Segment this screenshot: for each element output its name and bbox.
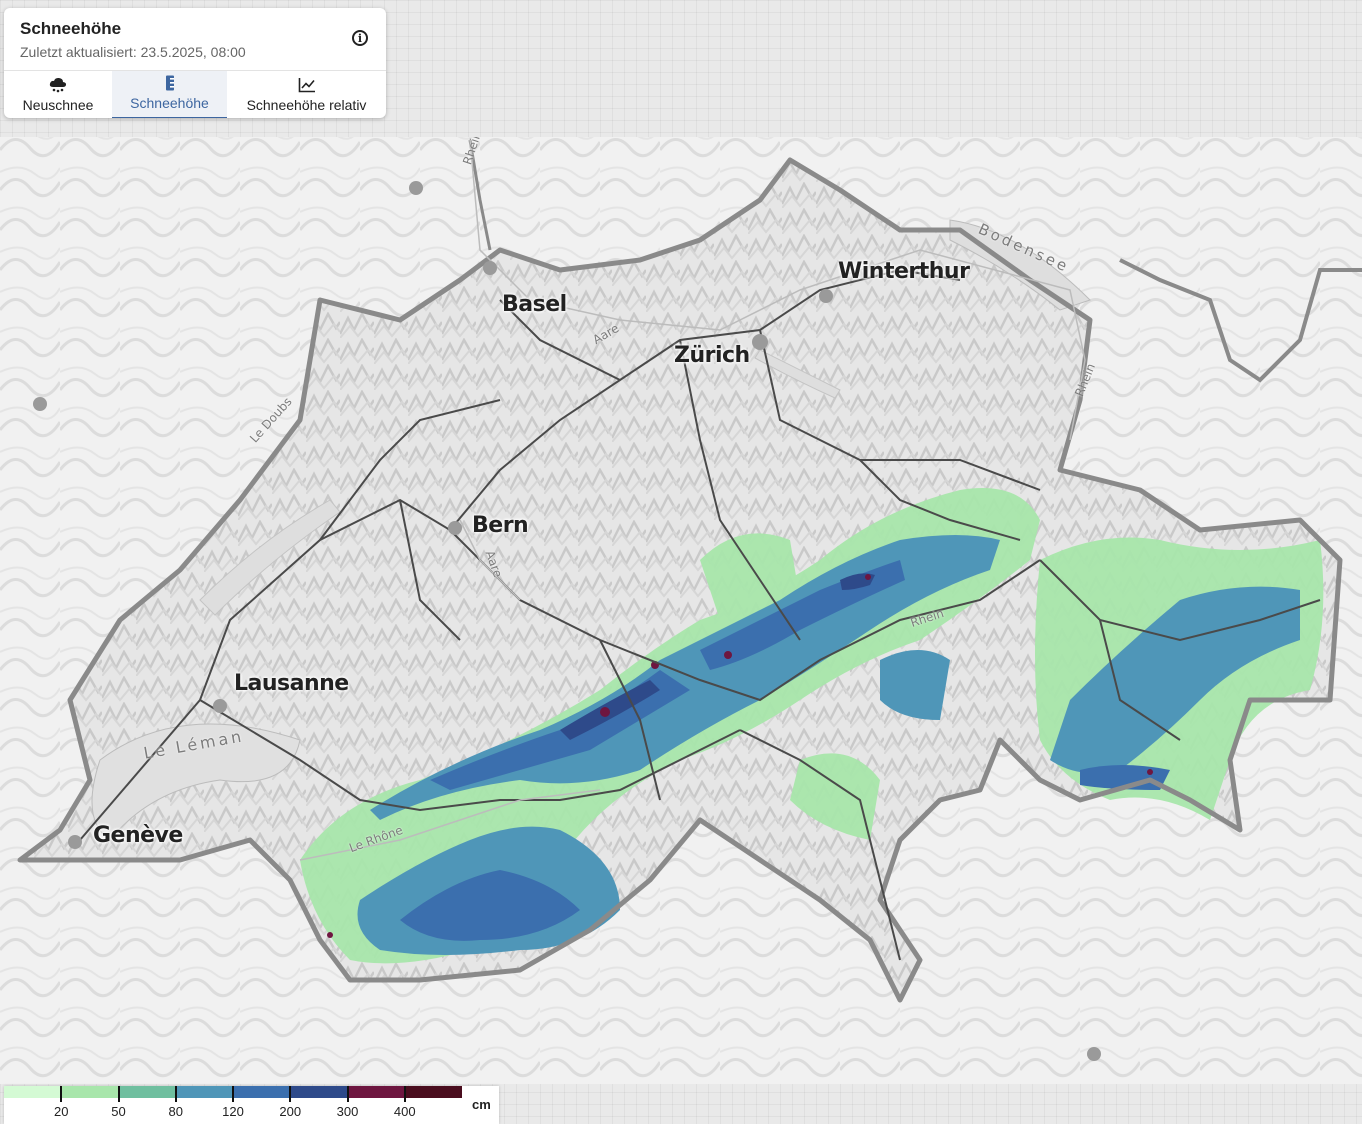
snow-depth-map[interactable]: Basel Winterthur Zürich Bern Lausanne Ge… (0, 137, 1362, 1084)
line-chart-icon (298, 75, 316, 95)
legend-tick-label: 200 (279, 1104, 302, 1119)
city-label-bern[interactable]: Bern (472, 513, 529, 538)
tab-schneehoehe-relativ[interactable]: Schneehöhe relativ (227, 71, 386, 118)
legend-tick-label: 80 (168, 1104, 183, 1119)
legend-swatch (347, 1086, 405, 1098)
color-legend: 20 50 80 120 200 300 400 cm (4, 1086, 499, 1124)
legend-tick (232, 1086, 234, 1102)
legend-unit: cm (472, 1097, 491, 1112)
legend-swatch (4, 1086, 62, 1098)
legend-tick-label: 120 (222, 1104, 244, 1119)
city-label-zurich[interactable]: Zürich (674, 343, 750, 368)
layer-panel: Schneehöhe Zuletzt aktualisiert: 23.5.20… (4, 8, 386, 118)
info-icon[interactable]: i (352, 30, 368, 46)
legend-swatch (290, 1086, 348, 1098)
legend-swatch (233, 1086, 291, 1098)
layer-tabs: Neuschnee Schneehöhe Schneehöhe relativ (4, 70, 386, 118)
legend-swatch (61, 1086, 119, 1098)
legend-tick (60, 1086, 63, 1102)
city-label-basel[interactable]: Basel (502, 292, 567, 317)
legend-tick (346, 1086, 349, 1102)
snow-cloud-icon (49, 75, 67, 95)
legend-tick-label: 20 (54, 1104, 69, 1119)
city-label-winterthur[interactable]: Winterthur (838, 259, 970, 284)
tab-schneehoehe-label: Schneehöhe (130, 95, 209, 111)
panel-title: Schneehöhe (20, 19, 122, 38)
last-updated: Zuletzt aktualisiert: 23.5.2025, 08:00 (20, 44, 246, 60)
legend-tick-label: 300 (336, 1104, 359, 1119)
tab-neuschnee-label: Neuschnee (22, 97, 94, 113)
legend-tick-label: 400 (393, 1104, 416, 1119)
city-label-lausanne[interactable]: Lausanne (234, 671, 349, 696)
legend-tick (289, 1086, 292, 1102)
tab-neuschnee[interactable]: Neuschnee (4, 71, 112, 118)
map-canvas (0, 137, 1362, 1084)
tab-schneehoehe[interactable]: Schneehöhe (112, 71, 227, 118)
snow-depth-ruler-icon (165, 73, 175, 93)
legend-swatch (404, 1086, 462, 1098)
legend-swatch (175, 1086, 233, 1098)
legend-tick (174, 1086, 177, 1102)
city-label-geneve[interactable]: Genève (93, 823, 183, 848)
legend-swatch (118, 1086, 176, 1098)
tab-schneehoehe-relativ-label: Schneehöhe relativ (246, 97, 367, 113)
legend-tick (117, 1086, 120, 1102)
legend-tick (403, 1086, 406, 1102)
legend-tick-label: 50 (111, 1104, 126, 1119)
